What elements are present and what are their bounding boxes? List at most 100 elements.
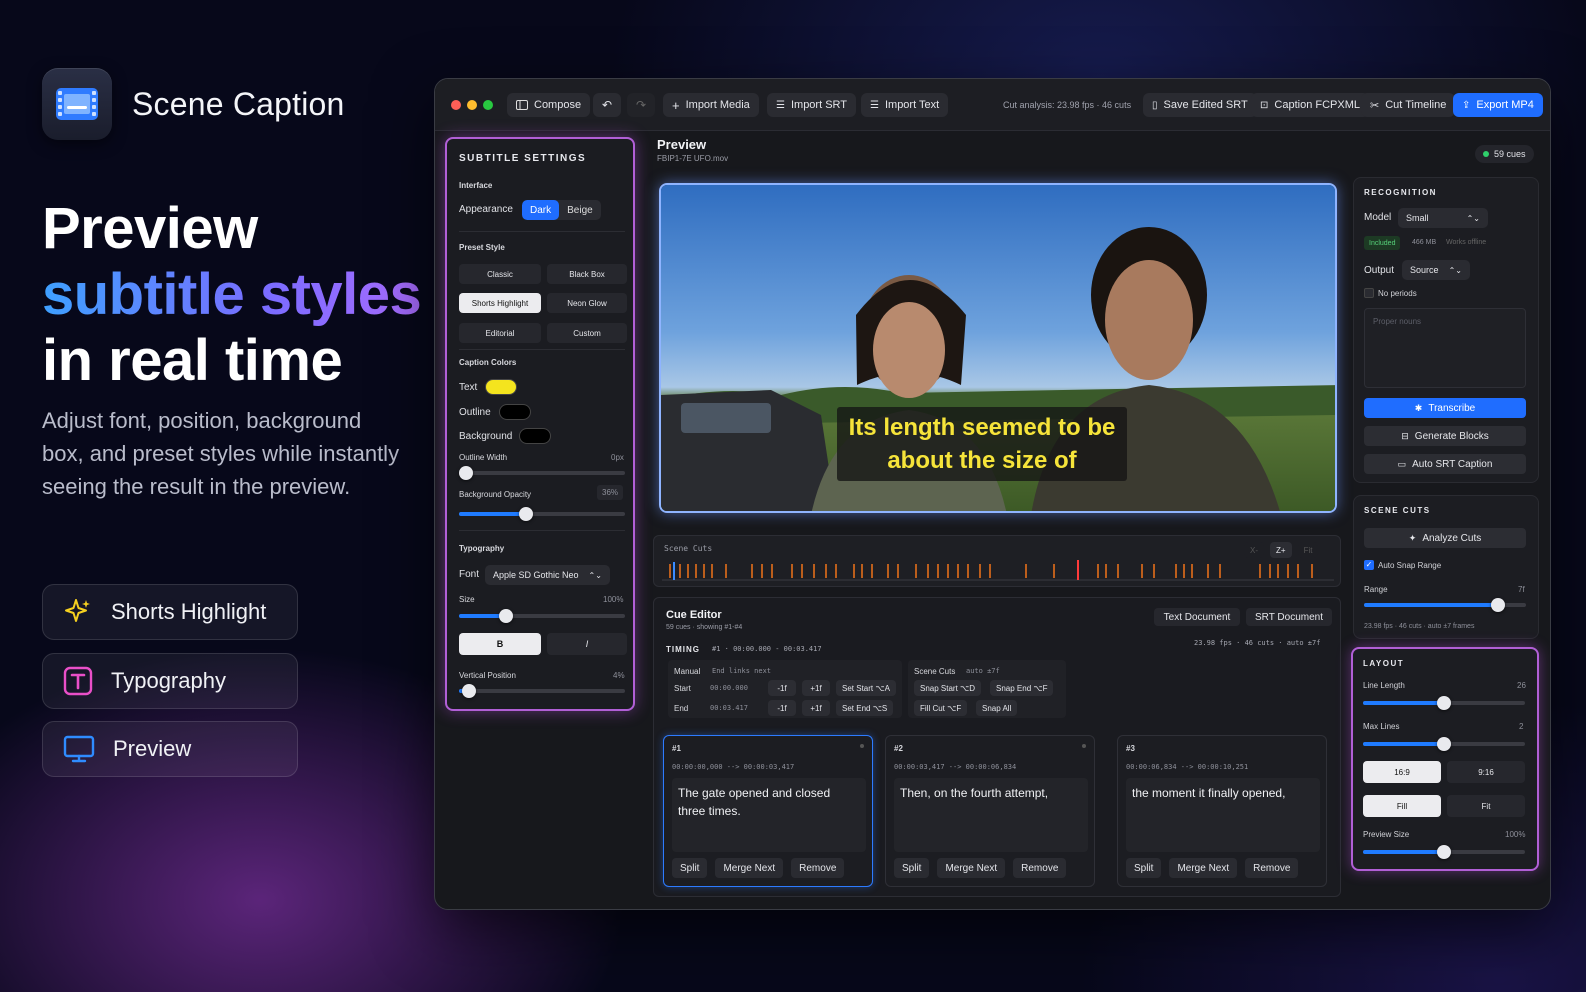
preset-editorial[interactable]: Editorial <box>459 323 541 343</box>
auto-snap-checkbox[interactable]: ✓ <box>1364 560 1374 570</box>
outline-width-knob[interactable] <box>459 466 473 480</box>
minimize-window-button[interactable] <box>467 100 477 110</box>
vertical-position-knob[interactable] <box>462 684 476 698</box>
redo-button[interactable]: ↷ <box>627 93 655 117</box>
undo-button[interactable]: ↶ <box>593 93 621 117</box>
close-window-button[interactable] <box>451 100 461 110</box>
appearance-beige-option[interactable]: Beige <box>559 200 601 220</box>
cue-text-field[interactable]: The gate opened and closed three times. <box>672 778 866 852</box>
layout-title: LAYOUT <box>1363 659 1405 668</box>
model-select[interactable]: Small ⌃⌄ <box>1398 208 1488 228</box>
no-periods-checkbox[interactable] <box>1364 288 1374 298</box>
italic-toggle[interactable]: I <box>547 633 627 655</box>
aspect-16-9-option[interactable]: 16:9 <box>1363 761 1441 783</box>
bold-toggle[interactable]: B <box>459 633 541 655</box>
transcribe-button[interactable]: ✱ Transcribe <box>1364 398 1526 418</box>
export-mp4-button[interactable]: ⇪ Export MP4 <box>1453 93 1543 117</box>
preset-custom[interactable]: Custom <box>547 323 627 343</box>
max-lines-knob[interactable] <box>1437 737 1451 751</box>
auto-srt-caption-button[interactable]: ▭ Auto SRT Caption <box>1364 454 1526 474</box>
end-plus-frame-button[interactable]: +1f <box>802 700 830 716</box>
start-plus-frame-button[interactable]: +1f <box>802 680 830 696</box>
background-opacity-knob[interactable] <box>519 507 533 521</box>
text-color-swatch[interactable] <box>485 379 517 395</box>
preset-black-box[interactable]: Black Box <box>547 264 627 284</box>
drag-handle-icon[interactable] <box>1082 744 1086 748</box>
size-slider[interactable] <box>459 614 625 618</box>
start-minus-frame-button[interactable]: -1f <box>768 680 796 696</box>
fit-button[interactable]: Fit <box>1297 542 1319 558</box>
end-minus-frame-button[interactable]: -1f <box>768 700 796 716</box>
snap-end-button[interactable]: Snap End ⌥F <box>990 680 1054 696</box>
timing-stats: 23.98 fps · 46 cuts · auto ±7f <box>1194 639 1321 647</box>
line-length-knob[interactable] <box>1437 696 1451 710</box>
preview-filename: FBIP1-7E UFO.mov <box>657 154 729 163</box>
set-start-button[interactable]: Set Start ⌥A <box>836 680 896 696</box>
split-button[interactable]: Split <box>894 858 930 878</box>
background-opacity-slider[interactable] <box>459 512 625 516</box>
fit-option[interactable]: Fit <box>1447 795 1525 817</box>
subtitle-line-2: about the size of <box>887 447 1077 474</box>
remove-button[interactable]: Remove <box>1245 858 1299 878</box>
split-button[interactable]: Split <box>1126 858 1162 878</box>
zoom-in-button[interactable]: Z+ <box>1270 542 1292 558</box>
cue-card-1[interactable]: #1 00:00:00,000 --> 00:00:03,417 The gat… <box>663 735 873 887</box>
range-knob[interactable] <box>1491 598 1505 612</box>
scene-cuts-panel-title: SCENE CUTS <box>1364 506 1431 515</box>
import-text-button[interactable]: ☰ Import Text <box>861 93 949 117</box>
merge-next-button[interactable]: Merge Next <box>715 858 784 878</box>
outline-width-value: 0px <box>611 453 624 462</box>
appearance-dark-option[interactable]: Dark <box>522 200 560 220</box>
vertical-position-slider[interactable] <box>459 689 625 693</box>
outline-width-slider[interactable] <box>459 471 625 475</box>
drag-handle-icon[interactable] <box>860 744 864 748</box>
zoom-out-button[interactable]: X- <box>1244 542 1264 558</box>
save-edited-srt-button[interactable]: ▯ Save Edited SRT <box>1143 93 1257 117</box>
sparkle-small-icon: ✦ <box>1408 532 1417 543</box>
background-color-swatch[interactable] <box>519 428 551 444</box>
video-preview[interactable]: Its length seemed to be about the size o… <box>659 183 1337 513</box>
recognition-panel: RECOGNITION Model Small ⌃⌄ Included 466 … <box>1353 177 1539 483</box>
compose-button[interactable]: Compose <box>507 93 591 117</box>
cut-timeline-button[interactable]: ✂ Cut Timeline <box>1361 93 1456 117</box>
cue-text-field[interactable]: the moment it finally opened, <box>1126 778 1320 852</box>
import-srt-button[interactable]: ☰ Import SRT <box>767 93 856 117</box>
outline-color-swatch[interactable] <box>499 404 531 420</box>
snap-start-button[interactable]: Snap Start ⌥D <box>914 680 982 696</box>
fill-option[interactable]: Fill <box>1363 795 1441 817</box>
cue-text-field[interactable]: Then, on the fourth attempt, <box>894 778 1088 852</box>
preview-size-knob[interactable] <box>1437 845 1451 859</box>
preset-classic[interactable]: Classic <box>459 264 541 284</box>
text-document-button[interactable]: Text Document <box>1154 608 1240 626</box>
font-select[interactable]: Apple SD Gothic Neo ⌃⌄ <box>485 565 610 585</box>
import-media-button[interactable]: + Import Media <box>663 93 759 117</box>
aspect-9-16-option[interactable]: 9:16 <box>1447 761 1525 783</box>
zoom-window-button[interactable] <box>483 100 493 110</box>
feature-typography: Typography <box>42 653 298 709</box>
cue-card-2[interactable]: #2 00:00:03,417 --> 00:00:06,834 Then, o… <box>885 735 1095 887</box>
preset-shorts-highlight[interactable]: Shorts Highlight <box>459 293 541 313</box>
output-select[interactable]: Source ⌃⌄ <box>1402 260 1470 280</box>
generate-blocks-button[interactable]: ⊟ Generate Blocks <box>1364 426 1526 446</box>
cue-timecode: 00:00:06,834 --> 00:00:10,251 <box>1126 763 1249 771</box>
scene-cuts-strip: Scene Cuts X- Z+ Fit <box>653 535 1341 587</box>
proper-nouns-input[interactable]: Proper nouns <box>1364 308 1526 388</box>
model-label: Model <box>1364 212 1392 223</box>
remove-button[interactable]: Remove <box>791 858 845 878</box>
srt-document-button[interactable]: SRT Document <box>1246 608 1332 626</box>
remove-button[interactable]: Remove <box>1013 858 1067 878</box>
snap-all-button[interactable]: Snap All <box>976 700 1018 716</box>
waveform-icon: ✱ <box>1414 402 1423 413</box>
caption-fcpxml-button[interactable]: ⊡ Caption FCPXML <box>1251 93 1369 117</box>
size-knob[interactable] <box>499 609 513 623</box>
fill-cut-button[interactable]: Fill Cut ⌥F <box>914 700 968 716</box>
preset-neon-glow[interactable]: Neon Glow <box>547 293 627 313</box>
merge-next-button[interactable]: Merge Next <box>1169 858 1238 878</box>
cue-card-3[interactable]: #3 00:00:06,834 --> 00:00:10,251 the mom… <box>1117 735 1327 887</box>
layout-panel: LAYOUT Line Length 26 Max Lines 2 16:9 9… <box>1351 647 1539 871</box>
analyze-cuts-button[interactable]: ✦ Analyze Cuts <box>1364 528 1526 548</box>
scene-cuts-timeline[interactable] <box>662 560 1334 582</box>
set-end-button[interactable]: Set End ⌥S <box>836 700 894 716</box>
split-button[interactable]: Split <box>672 858 708 878</box>
merge-next-button[interactable]: Merge Next <box>937 858 1006 878</box>
